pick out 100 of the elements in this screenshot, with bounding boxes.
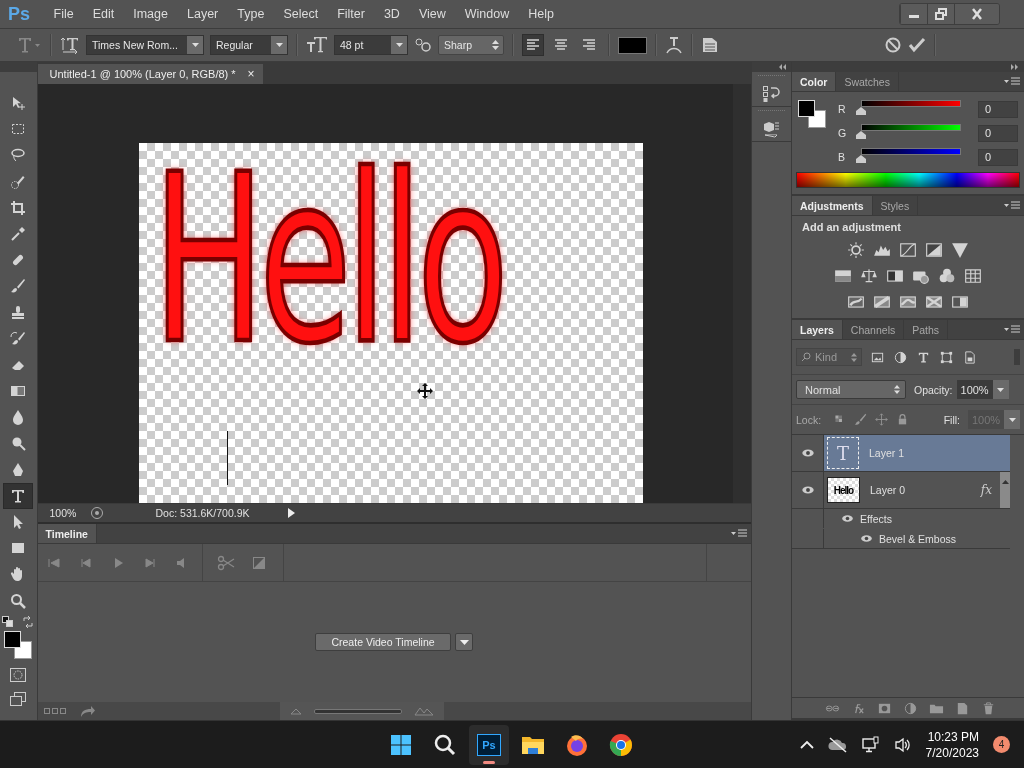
play-icon[interactable] (285, 506, 296, 520)
menu-item[interactable]: View (409, 7, 456, 21)
history-icon[interactable] (762, 84, 781, 103)
close-button[interactable] (954, 4, 999, 24)
brush-icon[interactable] (10, 278, 27, 295)
caret-icon[interactable] (1001, 480, 1009, 484)
brush-icon[interactable] (854, 413, 868, 426)
posterize-icon[interactable] (873, 293, 891, 311)
layer-row[interactable]: Hello Layer 0 fx (792, 472, 1010, 509)
panel-tab[interactable]: Layers (792, 320, 843, 339)
swap-colors-icon[interactable] (22, 615, 35, 628)
document-tab[interactable]: Untitled-1 @ 100% (Layer 0, RGB/8) * × (37, 64, 263, 84)
collapse-arrows-icon[interactable] (777, 64, 787, 70)
browser-circle-icon[interactable] (609, 732, 633, 757)
type-tool-button[interactable] (3, 482, 34, 509)
color-spectrum-bar[interactable] (796, 172, 1020, 188)
cloud-off-icon[interactable] (827, 736, 848, 753)
photoshop-taskbar-button[interactable]: Ps (469, 724, 509, 765)
show-hidden-icons-chevron[interactable] (799, 739, 814, 750)
menu-item[interactable]: Filter (327, 7, 375, 21)
restore-icon[interactable] (934, 8, 948, 20)
create-video-timeline-button[interactable]: Create Video Timeline (315, 633, 451, 651)
panel-tab[interactable]: Adjustments (792, 196, 873, 215)
visibility-eye-icon[interactable] (860, 532, 873, 545)
frames-icon[interactable] (43, 707, 66, 715)
hue-icon[interactable] (834, 267, 852, 285)
caret-button[interactable] (187, 36, 203, 54)
up-down-arrows-icon[interactable] (492, 40, 499, 50)
balance-icon[interactable] (860, 267, 878, 285)
smart-object-filter-icon[interactable] (962, 349, 977, 365)
cube-icon[interactable] (762, 119, 781, 138)
menu-item[interactable]: Window (455, 7, 519, 21)
restore-button[interactable] (927, 4, 954, 24)
timeline-tab[interactable]: Timeline (37, 524, 97, 543)
caret-button[interactable] (391, 36, 407, 54)
clock-date[interactable]: 7/20/2023 (925, 745, 979, 760)
panel-tab[interactable]: Swatches (836, 72, 899, 91)
slider-thumb[interactable] (856, 107, 866, 115)
panel-menu-icon[interactable] (1004, 200, 1020, 211)
triangle-icon[interactable] (951, 241, 969, 259)
panel-menu-icon[interactable] (1004, 76, 1020, 87)
slider-thumb[interactable] (856, 155, 866, 163)
zoom-level[interactable]: 100% (49, 507, 80, 519)
threshold-icon[interactable] (899, 293, 917, 311)
adjustment-filter-icon[interactable] (893, 349, 908, 365)
document-title[interactable]: Untitled-1 @ 100% (Layer 0, RGB/8) * (49, 68, 236, 80)
panel-menu-icon[interactable] (730, 528, 747, 539)
four-squares-logo-icon[interactable] (390, 733, 412, 756)
circles-icon[interactable] (938, 267, 956, 285)
text-color-swatch[interactable] (618, 36, 647, 54)
render-arrow-icon[interactable] (79, 704, 96, 718)
history-brush-icon[interactable] (10, 330, 27, 347)
menu-item[interactable]: Edit (83, 7, 124, 21)
expand-effects-toggle[interactable] (1000, 472, 1010, 508)
crop-icon[interactable] (10, 199, 27, 216)
notification-badge[interactable]: 4 (993, 736, 1010, 753)
invert-icon[interactable] (847, 293, 865, 311)
caret-icon[interactable] (459, 639, 469, 645)
menu-item[interactable]: Layer (177, 7, 228, 21)
default-colors-icon[interactable] (2, 615, 15, 628)
selective-color-icon[interactable] (925, 293, 943, 311)
quick-select-icon[interactable] (10, 173, 27, 190)
clock-time[interactable]: 10:23 PM (927, 729, 979, 744)
up-down-arrows-icon[interactable] (894, 385, 900, 394)
menu-item[interactable]: Help (518, 7, 564, 21)
commit-checkmark-icon[interactable] (908, 36, 926, 54)
lasso-icon[interactable] (10, 147, 27, 164)
curves-icon[interactable] (899, 241, 917, 259)
caret-icon[interactable] (997, 387, 1004, 392)
warp-text-icon[interactable] (665, 35, 683, 55)
move-icon[interactable] (10, 95, 27, 112)
caret-icon[interactable] (275, 43, 283, 47)
channel-value-field[interactable]: 0 (978, 148, 1018, 166)
tab-close-button[interactable]: × (247, 67, 255, 81)
dodge-icon[interactable] (10, 435, 27, 452)
slider-thumb[interactable] (856, 131, 866, 139)
caret-icon[interactable] (191, 43, 199, 47)
channel-value-field[interactable]: 0 (978, 100, 1018, 118)
quick-mask-icon[interactable] (9, 666, 28, 683)
panel-tab[interactable]: Channels (842, 320, 905, 339)
new-layer-icon[interactable] (955, 700, 970, 716)
layer-filter-dropdown[interactable]: Kind (796, 348, 862, 366)
menu-item[interactable]: Select (273, 7, 328, 21)
screen-mode-icon[interactable] (9, 690, 28, 707)
eyedropper-icon[interactable] (10, 226, 27, 243)
color-swatches-icon[interactable] (4, 630, 33, 659)
anti-alias-dropdown[interactable]: Sharp (438, 35, 504, 55)
volume-icon[interactable] (893, 736, 912, 753)
caret-icon[interactable] (395, 43, 403, 47)
app-logo-icon[interactable]: Ps (477, 733, 501, 756)
timeline-options-dropdown[interactable] (455, 633, 473, 651)
caret-button[interactable] (992, 380, 1009, 399)
shape-filter-icon[interactable] (939, 349, 954, 365)
menu-item[interactable]: Type (227, 7, 274, 21)
adjustment-layer-icon[interactable] (903, 700, 918, 716)
menu-item[interactable]: 3D (374, 7, 410, 21)
minimize-button[interactable] (900, 4, 927, 24)
panel-tab[interactable]: Styles (872, 196, 919, 215)
opacity-field[interactable]: 100% (956, 380, 1009, 399)
brightness-icon[interactable] (847, 241, 865, 259)
